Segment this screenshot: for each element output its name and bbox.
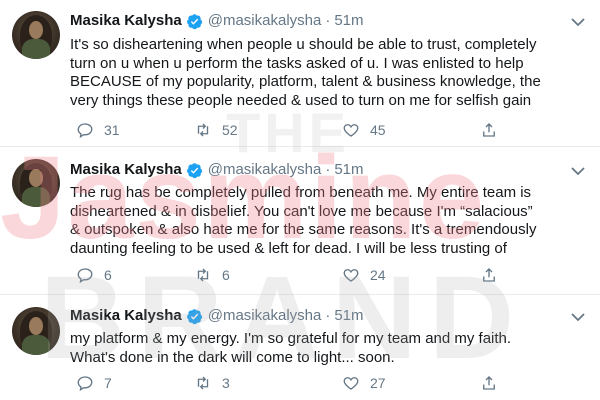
reply-button[interactable]: 7 bbox=[76, 373, 112, 393]
separator-dot: · bbox=[325, 12, 331, 29]
reply-icon bbox=[77, 123, 93, 139]
share-button[interactable] bbox=[480, 265, 498, 285]
tweet-text-line: my platform & my energy. I'm so grateful… bbox=[70, 330, 512, 347]
tweet-text: It's so disheartening when people u shou… bbox=[70, 36, 592, 110]
verified-badge-icon bbox=[186, 13, 202, 29]
like-button[interactable]: 27 bbox=[342, 373, 386, 393]
separator-dot: · bbox=[325, 161, 331, 178]
timestamp[interactable]: 51m bbox=[334, 161, 363, 179]
reply-icon bbox=[77, 268, 93, 284]
retweet-icon bbox=[197, 376, 209, 390]
tweet-text: The rug has be completely pulled from be… bbox=[70, 184, 592, 258]
tweet-text-line: very things these people needed & used t… bbox=[70, 91, 532, 109]
tweet-actions: 7 3 27 bbox=[70, 373, 510, 393]
like-count: 24 bbox=[370, 267, 386, 283]
reply-count: 6 bbox=[104, 267, 112, 283]
retweet-count: 3 bbox=[222, 375, 230, 391]
tweet-text-line: It's so disheartening when people u shou… bbox=[70, 36, 537, 53]
like-count: 45 bbox=[370, 122, 386, 138]
reply-button[interactable]: 6 bbox=[76, 265, 112, 285]
tweet-text: my platform & my energy. I'm so grateful… bbox=[70, 330, 592, 367]
tweet[interactable]: Masika Kalysha @masikakalysha · 51m It's… bbox=[0, 0, 600, 146]
reply-icon bbox=[77, 376, 93, 392]
share-icon bbox=[483, 123, 495, 137]
like-button[interactable]: 24 bbox=[342, 265, 386, 285]
share-button[interactable] bbox=[480, 120, 498, 140]
handle[interactable]: @masikakalysha bbox=[208, 307, 322, 325]
tweet-actions: 31 52 45 bbox=[70, 120, 510, 140]
retweet-icon bbox=[197, 268, 209, 282]
tweet-text-line: BECAUSE of my popularity, platform, tale… bbox=[70, 73, 541, 90]
tweet[interactable]: Masika Kalysha @masikakalysha · 51m my p… bbox=[0, 294, 600, 400]
timestamp[interactable]: 51m bbox=[334, 12, 363, 30]
retweet-icon bbox=[197, 123, 209, 137]
tweet-text-line: turn on u when u perform the tasks asked… bbox=[70, 54, 524, 72]
retweet-count: 6 bbox=[222, 267, 230, 283]
display-name[interactable]: Masika Kalysha bbox=[70, 161, 182, 179]
tweet-text-line: disheartened & in disbelief. You can't l… bbox=[70, 202, 533, 220]
tweet-text-line: The rug has be completely pulled from be… bbox=[70, 184, 532, 201]
chevron-down-icon[interactable] bbox=[570, 16, 586, 28]
display-name[interactable]: Masika Kalysha bbox=[70, 307, 182, 325]
heart-icon bbox=[343, 377, 359, 390]
share-icon bbox=[483, 268, 495, 282]
heart-icon bbox=[343, 124, 359, 137]
tweet-header: Masika Kalysha @masikakalysha · 51m bbox=[70, 307, 564, 325]
handle[interactable]: @masikakalysha bbox=[208, 12, 322, 30]
like-button[interactable]: 45 bbox=[342, 120, 386, 140]
retweet-button[interactable]: 52 bbox=[194, 120, 238, 140]
retweet-button[interactable]: 3 bbox=[194, 373, 230, 393]
reply-count: 7 bbox=[104, 375, 112, 391]
tweet-feed: Masika Kalysha @masikakalysha · 51m It's… bbox=[0, 0, 600, 400]
retweet-count: 52 bbox=[222, 122, 238, 138]
separator-dot: · bbox=[325, 307, 331, 324]
tweet[interactable]: Masika Kalysha @masikakalysha · 51m The … bbox=[0, 146, 600, 294]
tweet-text-line: What's done in the dark will come to lig… bbox=[70, 348, 395, 366]
avatar[interactable] bbox=[12, 159, 60, 207]
avatar[interactable] bbox=[12, 307, 60, 355]
tweet-header: Masika Kalysha @masikakalysha · 51m bbox=[70, 12, 564, 30]
avatar[interactable] bbox=[12, 11, 60, 59]
tweet-text-line: daunting feeling to be used & left for d… bbox=[70, 239, 507, 257]
chevron-down-icon[interactable] bbox=[570, 165, 586, 177]
verified-badge-icon bbox=[186, 308, 202, 324]
timestamp[interactable]: 51m bbox=[334, 307, 363, 325]
tweet-header: Masika Kalysha @masikakalysha · 51m bbox=[70, 161, 564, 179]
reply-count: 31 bbox=[104, 122, 120, 138]
reply-button[interactable]: 31 bbox=[76, 120, 120, 140]
share-button[interactable] bbox=[480, 373, 498, 393]
tweet-text-line: & outspoken & also hate me for the same … bbox=[70, 221, 537, 238]
like-count: 27 bbox=[370, 375, 386, 391]
display-name[interactable]: Masika Kalysha bbox=[70, 12, 182, 30]
retweet-button[interactable]: 6 bbox=[194, 265, 230, 285]
heart-icon bbox=[343, 269, 359, 282]
tweet-actions: 6 6 24 bbox=[70, 265, 510, 285]
handle[interactable]: @masikakalysha bbox=[208, 161, 322, 179]
chevron-down-icon[interactable] bbox=[570, 311, 586, 323]
verified-badge-icon bbox=[186, 162, 202, 178]
share-icon bbox=[483, 376, 495, 390]
